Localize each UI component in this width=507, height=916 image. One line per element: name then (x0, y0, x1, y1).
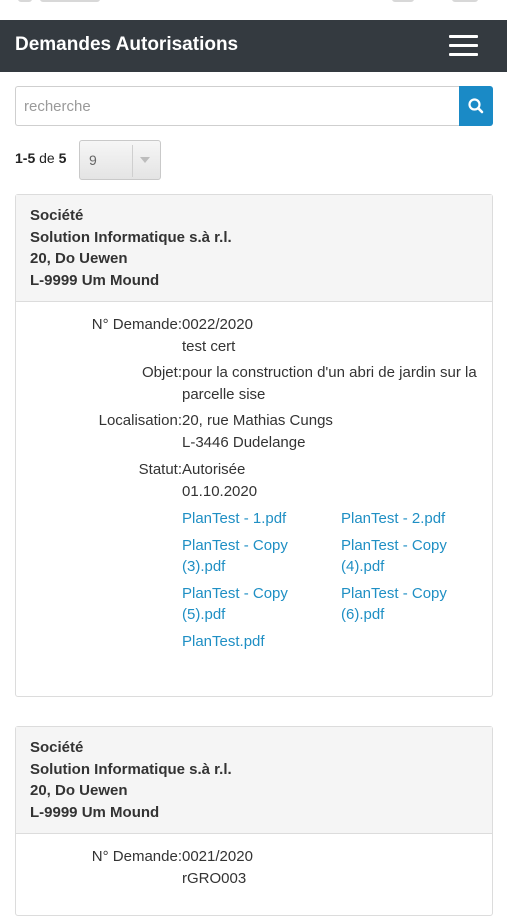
request-card: Société Solution Informatique s.à r.l. 2… (15, 194, 493, 697)
location-value: 20, rue Mathias Cungs L-3446 Dudelange (182, 412, 333, 451)
search-bar (15, 86, 493, 126)
attachment-link[interactable]: PlanTest - Copy (4).pdf (341, 535, 491, 577)
company-street: 20, Do Uewen (30, 250, 128, 267)
attachment-link[interactable]: PlanTest - 2.pdf (341, 508, 491, 529)
attachment-link[interactable]: PlanTest - Copy (5).pdf (182, 583, 332, 625)
object-label: Objet: (141, 364, 182, 381)
request-number: 0022/2020 test cert (182, 316, 253, 355)
company-name: Solution Informatique s.à r.l. (30, 760, 232, 778)
search-input[interactable] (15, 86, 459, 126)
page-size-select[interactable]: 9 (79, 140, 161, 180)
status-glyph (392, 0, 414, 2)
chevron-down-icon (140, 157, 150, 163)
attachment-link[interactable]: PlanTest.pdf (182, 631, 332, 652)
status-label: Statut: (138, 461, 182, 478)
status-glyph (452, 0, 478, 2)
object-value: pour la construction d'un abri de jardin… (182, 364, 477, 403)
status-glyph (40, 0, 100, 2)
request-card: Société Solution Informatique s.à r.l. 2… (15, 726, 493, 916)
request-number-label: N° Demande: (91, 316, 182, 333)
pagination: 1-5 de 5 9 (15, 140, 215, 180)
company-city: L-9999 Um Mound (30, 271, 160, 289)
card-header: Société Solution Informatique s.à r.l. 2… (16, 727, 492, 834)
location-label: Localisation: (98, 412, 182, 429)
company-heading: Société (30, 739, 84, 756)
page-title: Demandes Autorisations (15, 34, 239, 55)
company-name: Solution Informatique s.à r.l. (30, 228, 232, 246)
company-city: L-9999 Um Mound (30, 803, 160, 821)
hamburger-icon[interactable] (446, 33, 482, 59)
search-button[interactable] (459, 86, 493, 126)
request-number: 0021/2020 rGRO003 (182, 848, 253, 887)
search-icon (468, 98, 484, 114)
status-date: 01.10.2020 (182, 483, 258, 500)
top-navbar: Demandes Autorisations (0, 20, 507, 72)
attachment-link[interactable]: PlanTest - 1.pdf (182, 508, 332, 529)
status-glyph (18, 0, 32, 2)
company-street: 20, Do Uewen (30, 782, 128, 799)
card-header: Société Solution Informatique s.à r.l. 2… (16, 195, 492, 302)
status-bar-remnant (0, 0, 507, 20)
company-heading: Société (30, 207, 84, 224)
pagination-range: 1-5 de 5 (15, 150, 67, 166)
page-size-value: 9 (89, 152, 97, 168)
attachment-link[interactable]: PlanTest - Copy (3).pdf (182, 535, 332, 577)
attachment-link[interactable]: PlanTest - Copy (6).pdf (341, 583, 491, 625)
status-badge: Autorisée (182, 461, 246, 478)
request-number-label: N° Demande: (91, 848, 182, 865)
status-value: Autorisée 01.10.2020 (182, 459, 482, 503)
